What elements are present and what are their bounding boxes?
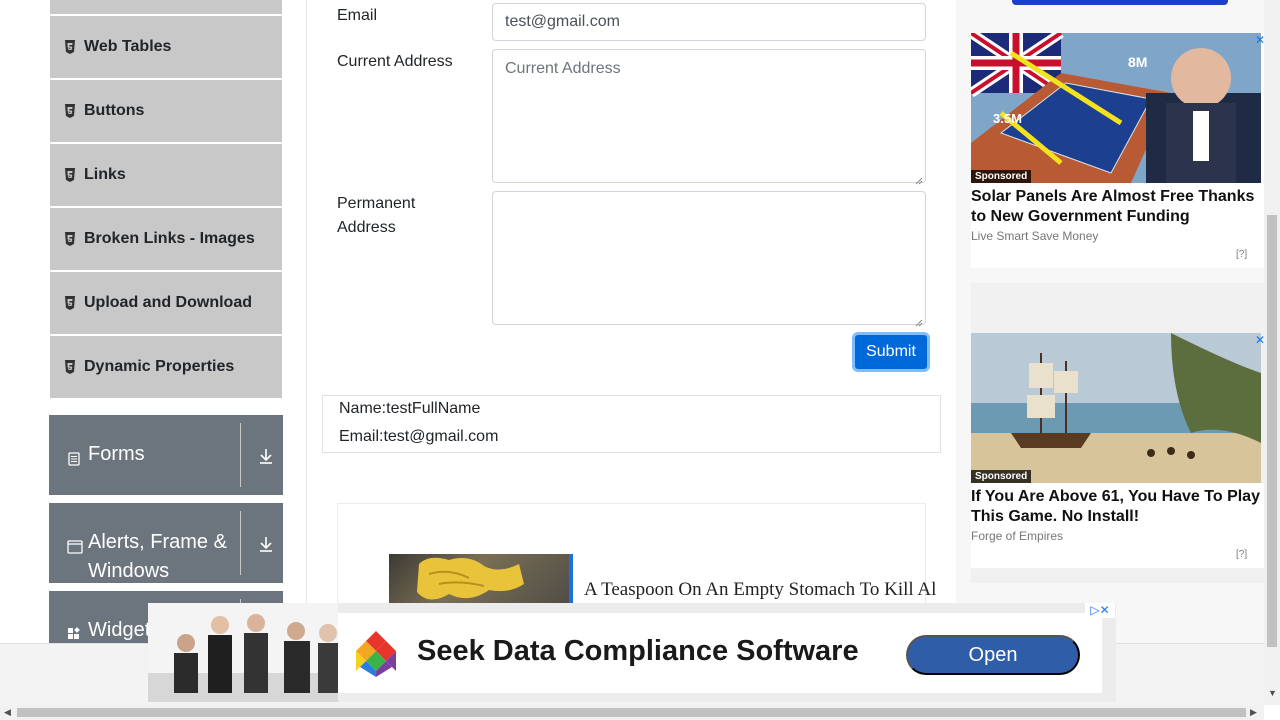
download-icon[interactable] [257,535,275,553]
sidebar-group-forms[interactable]: Forms [49,415,283,495]
banner-content[interactable]: Seek Data Compliance Software Open [338,613,1102,693]
inline-ad-headline[interactable]: A Teaspoon On An Empty Stomach To Kill A… [584,579,936,601]
ad-button-partial[interactable] [1012,0,1228,5]
sidebar-item-label: Dynamic Properties [84,358,235,375]
sidebar-item-label: Links [84,166,126,183]
output-email: Email:test@gmail.com [339,428,499,445]
output-name: Name:testFullName [339,400,481,417]
group-label: Forms [88,443,145,465]
sidebar-item-links[interactable]: Links [50,144,282,206]
scroll-right-icon[interactable]: ▶ [1250,707,1257,718]
business-people-image [148,603,338,702]
email-input[interactable]: test@gmail.com [492,3,926,41]
sidebar-item-label: Web Tables [84,38,172,55]
current-address-label: Current Address [337,53,453,70]
html5-icon [64,104,76,118]
sidebar-item-broken-links[interactable]: Broken Links - Images [50,208,282,270]
sidebar-item-dynamic-properties[interactable]: Dynamic Properties [50,336,282,398]
sponsored-badge: Sponsored [971,170,1032,183]
html5-icon [64,40,76,54]
adchoices-close-icon[interactable]: ▷✕ [1085,603,1115,618]
sponsored-badge: Sponsored [971,470,1032,483]
sidebar-group-alerts-frame-windows[interactable]: Alerts, Frame & Windows [49,503,283,583]
horizontal-scroll-thumb[interactable] [17,708,1246,717]
vertical-scroll-thumb[interactable] [1267,215,1277,647]
html5-icon [64,360,76,374]
ad-image-label-3-5m: 3.5M [993,111,1022,126]
banner-photo [148,603,338,702]
sidebar-item-partial[interactable] [50,0,282,14]
solar-panel-image: 8M 3.5M [971,33,1261,183]
email-value: test@gmail.com [505,13,620,30]
email-label: Email [337,7,378,24]
scroll-down-icon[interactable]: ▼ [1268,688,1277,698]
open-button[interactable]: Open [906,635,1080,675]
divider [240,511,241,575]
vertical-scrollbar[interactable]: ▼ [1264,0,1280,705]
divider [240,423,241,487]
permanent-address-textarea[interactable] [492,191,926,327]
ad-info-link[interactable]: [?] [1236,549,1247,560]
ad-image-game[interactable]: Sponsored [971,333,1261,483]
document-icon [67,449,81,466]
sidebar: Web Tables Buttons Links Broken Links - … [0,0,307,705]
sidebar-item-buttons[interactable]: Buttons [50,80,282,142]
ship-image [971,333,1261,483]
permanent-address-label: Permanent [337,195,416,212]
download-icon[interactable] [257,447,275,465]
ad-info-link[interactable]: [?] [1236,249,1247,260]
bottom-banner-ad[interactable]: Seek Data Compliance Software Open ▷✕ [148,603,1116,702]
resize-handle-icon[interactable] [915,314,923,327]
html5-icon [64,296,76,310]
ad-title-game[interactable]: If You Are Above 61, You Have To Play Th… [971,487,1263,527]
permanent-address-label-line2: Address [337,219,396,236]
banner-title[interactable]: Seek Data Compliance Software [417,635,859,668]
window-icon [67,537,83,554]
ad-image-label-8m: 8M [1128,54,1147,70]
current-address-placeholder: Current Address [505,60,621,77]
ad-image-solar[interactable]: 8M 3.5M Sponsored [971,33,1261,183]
sidebar-item-label: Buttons [84,102,145,119]
scroll-left-icon[interactable]: ◀ [4,707,11,718]
horizontal-scrollbar[interactable]: ◀ ▶ [0,705,1264,720]
sidebar-item-label: Broken Links - Images [84,230,255,247]
sidebar-item-label: Upload and Download [84,294,252,311]
html5-icon [64,168,76,182]
sidebar-item-upload-download[interactable]: Upload and Download [50,272,282,334]
ad-source-solar[interactable]: Live Smart Save Money [971,229,1098,243]
sidebar-item-web-tables[interactable]: Web Tables [50,16,282,78]
submit-button[interactable]: Submit [852,332,930,372]
ad-title-solar[interactable]: Solar Panels Are Almost Free Thanks to N… [971,187,1263,227]
group-label-line2: Windows [88,560,170,582]
widgets-icon [67,624,81,639]
brand-logo-icon [350,627,402,679]
current-address-textarea[interactable]: Current Address [492,49,926,185]
resize-handle-icon[interactable] [915,172,923,185]
output-box: Name:testFullName Email:test@gmail.com [322,395,941,453]
html5-icon [64,232,76,246]
group-label: Alerts, Frame & [88,531,227,553]
ad-source-game[interactable]: Forge of Empires [971,529,1063,543]
